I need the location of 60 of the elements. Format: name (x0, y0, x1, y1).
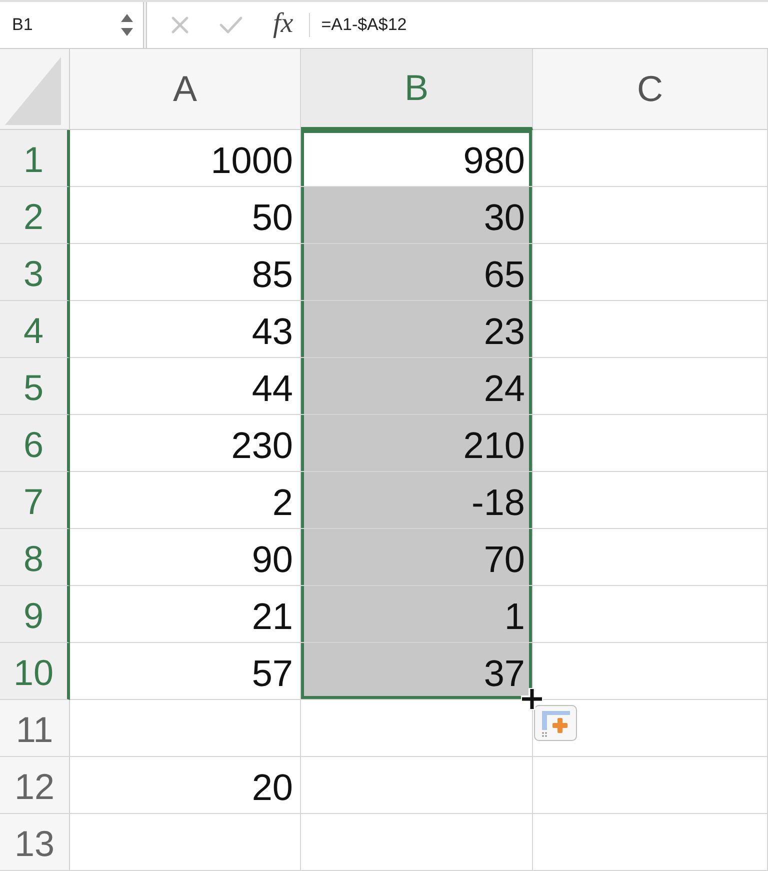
row-header[interactable]: 7 (0, 472, 70, 529)
row-header[interactable]: 10 (0, 643, 70, 700)
row-header[interactable]: 5 (0, 358, 70, 415)
row-header[interactable]: 2 (0, 187, 70, 244)
spreadsheet-cell[interactable]: 210 (301, 415, 533, 472)
spreadsheet-cell[interactable]: 44 (70, 358, 301, 415)
spreadsheet-cell[interactable]: -18 (301, 472, 533, 529)
corner-triangle-icon (5, 57, 61, 125)
spreadsheet-cell[interactable]: 70 (301, 529, 533, 586)
spreadsheet-cell[interactable]: 57 (70, 643, 301, 700)
row-header[interactable]: 1 (0, 130, 70, 187)
spreadsheet-cell[interactable] (533, 244, 768, 301)
spreadsheet-cell[interactable]: 21 (70, 586, 301, 643)
spreadsheet-cell[interactable] (533, 187, 768, 244)
spreadsheet-cell[interactable] (533, 814, 768, 871)
spreadsheet-cell[interactable]: 1 (301, 586, 533, 643)
spreadsheet-cell[interactable]: 20 (70, 757, 301, 814)
stepper-arrows-icon[interactable] (120, 12, 134, 38)
row-header[interactable]: 13 (0, 814, 70, 871)
column-header[interactable]: B (301, 49, 533, 130)
row-header[interactable]: 6 (0, 415, 70, 472)
spreadsheet-cell[interactable]: 30 (301, 187, 533, 244)
insert-function-button[interactable]: fx (273, 10, 294, 40)
spreadsheet-cell[interactable]: 50 (70, 187, 301, 244)
row-header[interactable]: 12 (0, 757, 70, 814)
spreadsheet-cell[interactable]: 43 (70, 301, 301, 358)
spreadsheet-cell[interactable]: 90 (70, 529, 301, 586)
spreadsheet-cell[interactable] (301, 757, 533, 814)
spreadsheet-cell[interactable] (533, 301, 768, 358)
spreadsheet-cell[interactable]: 2 (70, 472, 301, 529)
spreadsheet-cell[interactable] (533, 358, 768, 415)
row-header[interactable]: 8 (0, 529, 70, 586)
row-header[interactable]: 3 (0, 244, 70, 301)
spreadsheet-cell[interactable] (533, 529, 768, 586)
spreadsheet-cell[interactable] (533, 130, 768, 187)
spreadsheet-cell[interactable]: 980 (301, 130, 533, 187)
spreadsheet-cell[interactable] (533, 586, 768, 643)
spreadsheet-cell[interactable] (70, 700, 301, 757)
spreadsheet-cell[interactable]: 24 (301, 358, 533, 415)
spreadsheet-cell[interactable] (533, 472, 768, 529)
formula-field[interactable]: =A1-$A$12 (310, 2, 768, 48)
spreadsheet-cell[interactable]: 1000 (70, 130, 301, 187)
row-header[interactable]: 4 (0, 301, 70, 358)
row-header[interactable]: 11 (0, 700, 70, 757)
spreadsheet-cell[interactable]: 85 (70, 244, 301, 301)
column-header[interactable]: C (533, 49, 768, 130)
auto-fill-options-button[interactable] (534, 705, 577, 741)
spreadsheet-cell[interactable]: 65 (301, 244, 533, 301)
row-header[interactable]: 9 (0, 586, 70, 643)
spreadsheet-cell[interactable] (301, 814, 533, 871)
spreadsheet-cell[interactable]: 230 (70, 415, 301, 472)
crosshair-cursor-icon (518, 685, 546, 713)
spreadsheet-cell[interactable]: 23 (301, 301, 533, 358)
select-all-button[interactable] (0, 49, 70, 130)
name-box[interactable]: B1 (0, 2, 143, 48)
spreadsheet-cell[interactable] (533, 415, 768, 472)
spreadsheet-cell[interactable] (533, 757, 768, 814)
corner-plus-icon (540, 709, 572, 737)
spreadsheet-cell[interactable] (70, 814, 301, 871)
column-header[interactable]: A (70, 49, 301, 130)
